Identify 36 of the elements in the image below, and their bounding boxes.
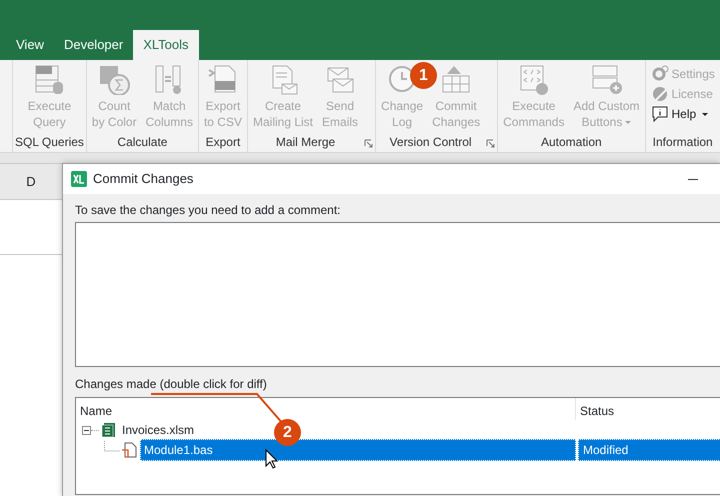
tree-item[interactable]: Module1.bas xyxy=(140,439,576,461)
changes-label: Changes made (double click for diff) xyxy=(75,376,268,393)
gear-icon xyxy=(650,65,669,83)
app-icon xyxy=(71,171,87,187)
tree-item[interactable]: Invoices.xlsm xyxy=(119,420,198,440)
tree-line-icon xyxy=(104,440,121,452)
dialog-title: Commit Changes xyxy=(93,170,194,188)
comment-field[interactable] xyxy=(75,222,720,367)
code-plus-icon xyxy=(590,64,622,95)
launcher-icon[interactable] xyxy=(364,139,374,148)
table-upload-icon xyxy=(440,64,472,95)
info-bubble-icon xyxy=(650,105,669,123)
grid-sum-icon xyxy=(98,64,130,95)
sql-table-icon xyxy=(33,64,66,95)
column-header[interactable]: Status xyxy=(576,398,618,420)
ribbon-tab[interactable]: XLTools xyxy=(133,30,199,60)
launcher-icon[interactable] xyxy=(486,139,496,148)
group-label: Calculate xyxy=(116,134,168,151)
ribbon-tab[interactable]: View xyxy=(6,30,54,60)
status-cell: Modified xyxy=(578,439,720,461)
cursor-icon xyxy=(266,448,278,469)
code-play-icon xyxy=(518,64,550,95)
document-icon xyxy=(121,442,137,458)
ribbon-button[interactable]: Help xyxy=(650,104,715,124)
expander-icon[interactable] xyxy=(82,426,91,434)
group-label: Export xyxy=(204,134,242,151)
minimize-icon xyxy=(688,178,698,180)
group-label: Version Control xyxy=(388,134,473,151)
spreadsheet-icon xyxy=(101,422,116,438)
group-label: SQL Queries xyxy=(15,134,84,151)
comment-label: To save the changes you need to add a comment: xyxy=(75,202,342,219)
group-label: Information xyxy=(652,134,714,151)
group-label: Automation xyxy=(540,134,603,151)
column-header: D xyxy=(26,172,36,191)
ribbon-tab[interactable]: Developer xyxy=(54,30,134,60)
group-label: Mail Merge xyxy=(274,134,336,151)
